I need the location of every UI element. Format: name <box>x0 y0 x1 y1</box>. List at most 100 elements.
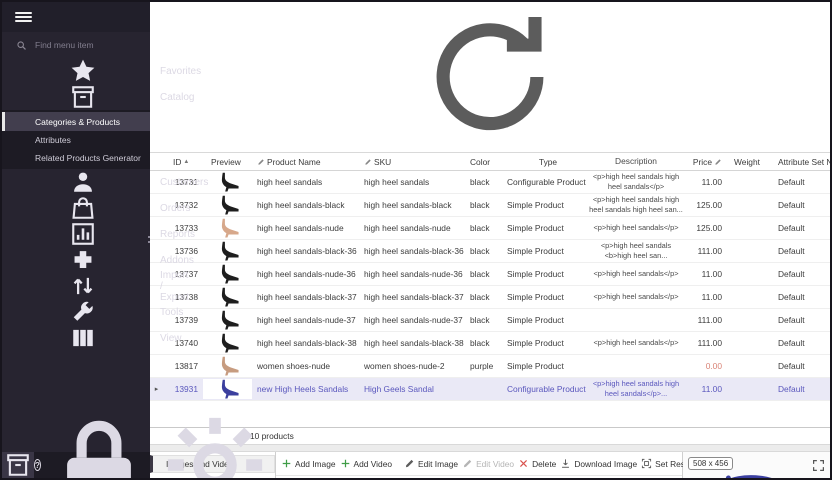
sidebar-item-reports[interactable]: Reports <box>2 221 150 247</box>
sidebar-resize-handle[interactable] <box>147 230 151 248</box>
cell-color: black <box>468 200 503 210</box>
cell-price: 11.00 <box>683 269 726 279</box>
table-row[interactable]: 13736 high heel sandals-black-36 high he… <box>150 240 830 263</box>
cell-type: Simple Product <box>503 223 589 233</box>
table-row[interactable]: 13737 high heel sandals-nude-36 high hee… <box>150 263 830 286</box>
sidebar-item-favorites[interactable]: Favorites <box>2 58 150 84</box>
column-header-price[interactable]: Price <box>683 157 726 167</box>
table-row[interactable]: 13739 high heel sandals-nude-37 high hee… <box>150 309 830 332</box>
sidebar-item-related-products-generator[interactable]: Related Products Generator <box>2 149 150 167</box>
sidebar-item-import-export[interactable]: Import / Export <box>2 273 150 299</box>
image-preview-panel: 508 x 456 <box>683 452 830 478</box>
sidebar-item-tools[interactable]: Tools <box>2 299 150 325</box>
cell-sku: high heel sandals-black <box>360 200 468 210</box>
sidebar-item-view[interactable]: View <box>2 325 150 351</box>
cell-attribute-set: Default <box>768 315 830 325</box>
column-header-id[interactable]: ID▲ <box>163 157 203 167</box>
pencil-icon <box>364 158 372 166</box>
catalog-box-icon <box>16 84 150 110</box>
cell-attribute-set: Default <box>768 292 830 302</box>
images-panel: Add Image Add Video Edit Image Edit Vide… <box>276 452 683 478</box>
cell-preview <box>203 218 252 238</box>
cell-product-name: high heel sandals-nude-37 <box>252 315 360 325</box>
column-header-weight[interactable]: Weight <box>726 157 768 167</box>
cell-description: <p>high heel sandals</p> <box>589 338 683 348</box>
sidebar-footer: ? <box>2 452 150 478</box>
cell-attribute-set: Default <box>768 384 830 394</box>
cell-type: Configurable Product <box>503 384 589 394</box>
column-header-color[interactable]: Color <box>468 157 503 167</box>
add-image-button[interactable]: Add Image <box>281 458 336 469</box>
cell-price: 111.00 <box>683 338 726 348</box>
column-header-attribute-set[interactable]: Attribute Set Name <box>768 157 830 167</box>
delete-image-button[interactable]: Delete <box>518 458 556 469</box>
settings-gear-button[interactable] <box>157 390 273 480</box>
download-image-button[interactable]: Download Image <box>560 458 637 469</box>
cell-attribute-set: Default <box>768 223 830 233</box>
cell-attribute-set: Default <box>768 361 830 371</box>
shoe-thumbnail <box>216 356 240 376</box>
lock-button[interactable] <box>41 390 157 480</box>
column-header-sku[interactable]: SKU <box>360 157 468 167</box>
column-header-type[interactable]: Type <box>503 157 589 167</box>
table-row[interactable]: 13740 high heel sandals-black-38 high he… <box>150 332 830 355</box>
cell-sku: high heel sandals-black-37 <box>360 292 468 302</box>
column-header-product-name[interactable]: Product Name <box>252 157 360 167</box>
cell-description: <p>high heel sandals high heel sandals</… <box>589 379 683 398</box>
table-row[interactable]: 13732 high heel sandals-black high heel … <box>150 194 830 217</box>
sidebar-item-label: Customers <box>160 177 208 188</box>
sidebar-item-customers[interactable]: Customers <box>2 169 150 195</box>
cell-color: black <box>468 269 503 279</box>
hamburger-menu-icon[interactable] <box>15 10 32 24</box>
cell-preview <box>203 310 252 330</box>
edit-image-button[interactable]: Edit Image <box>404 458 458 469</box>
cell-sku: high heel sandals <box>360 177 468 187</box>
sidebar-item-addons[interactable]: Addons <box>2 247 150 273</box>
cell-price: 0.00 <box>683 361 726 371</box>
edit-video-button[interactable]: Edit Video <box>462 458 514 469</box>
cell-preview <box>203 264 252 284</box>
add-video-button[interactable]: Add Video <box>340 458 393 469</box>
cell-preview <box>203 287 252 307</box>
x-icon <box>518 458 529 469</box>
cell-attribute-set: Default <box>768 200 830 210</box>
sidebar-search[interactable]: Find menu item <box>2 32 150 58</box>
table-row[interactable]: 13731 high heel sandals high heel sandal… <box>150 171 830 194</box>
cell-product-name: high heel sandals-nude-36 <box>252 269 360 279</box>
cell-sku: High Geels Sandal <box>360 384 468 394</box>
fullscreen-icon[interactable] <box>812 459 825 472</box>
store-manager-window: Find menu item Favorites Catalog Categor… <box>0 0 832 480</box>
sidebar-item-orders[interactable]: Orders <box>2 195 150 221</box>
cell-sku: high heel sandals-black-36 <box>360 246 468 256</box>
sort-indicator-icon: ▲ <box>183 159 189 165</box>
table-row[interactable]: 13817 women shoes-nude women shoes-nude-… <box>150 355 830 378</box>
column-header-preview[interactable]: Preview <box>203 157 252 167</box>
cell-description: <p>high heel sandals</p> <box>589 292 683 302</box>
sidebar-item-categories-products[interactable]: Categories & Products <box>2 112 150 131</box>
shoe-thumbnail <box>216 264 240 284</box>
cell-color: black <box>468 338 503 348</box>
sidebar-item-label: Tools <box>160 307 183 318</box>
shoe-thumbnail <box>216 172 240 192</box>
cell-price: 11.00 <box>683 384 726 394</box>
sidebar-item-catalog[interactable]: Catalog <box>2 84 150 110</box>
cell-price: 111.00 <box>683 315 726 325</box>
products-grid-header: ID▲ Preview Product Name SKU Color Type … <box>150 153 830 171</box>
help-button[interactable]: ? <box>34 459 41 471</box>
bar-chart-icon <box>16 221 150 247</box>
catalog-mode-button[interactable] <box>2 452 34 478</box>
resize-icon <box>641 458 652 469</box>
table-row[interactable]: 13733 high heel sandals-nude high heel s… <box>150 217 830 240</box>
refresh-button[interactable] <box>156 2 824 152</box>
cell-color: black <box>468 292 503 302</box>
sidebar-item-attributes[interactable]: Attributes <box>2 131 150 149</box>
column-header-description[interactable]: Description <box>589 156 683 167</box>
cell-color: black <box>468 315 503 325</box>
cell-product-name: high heel sandals-nude <box>252 223 360 233</box>
sidebar-item-label: Categories & Products <box>35 117 120 127</box>
table-row[interactable]: 13738 high heel sandals-black-37 high he… <box>150 286 830 309</box>
cell-sku: high heel sandals-nude-37 <box>360 315 468 325</box>
cell-product-name: high heel sandals-black-36 <box>252 246 360 256</box>
cell-type: Simple Product <box>503 292 589 302</box>
cell-type: Simple Product <box>503 269 589 279</box>
